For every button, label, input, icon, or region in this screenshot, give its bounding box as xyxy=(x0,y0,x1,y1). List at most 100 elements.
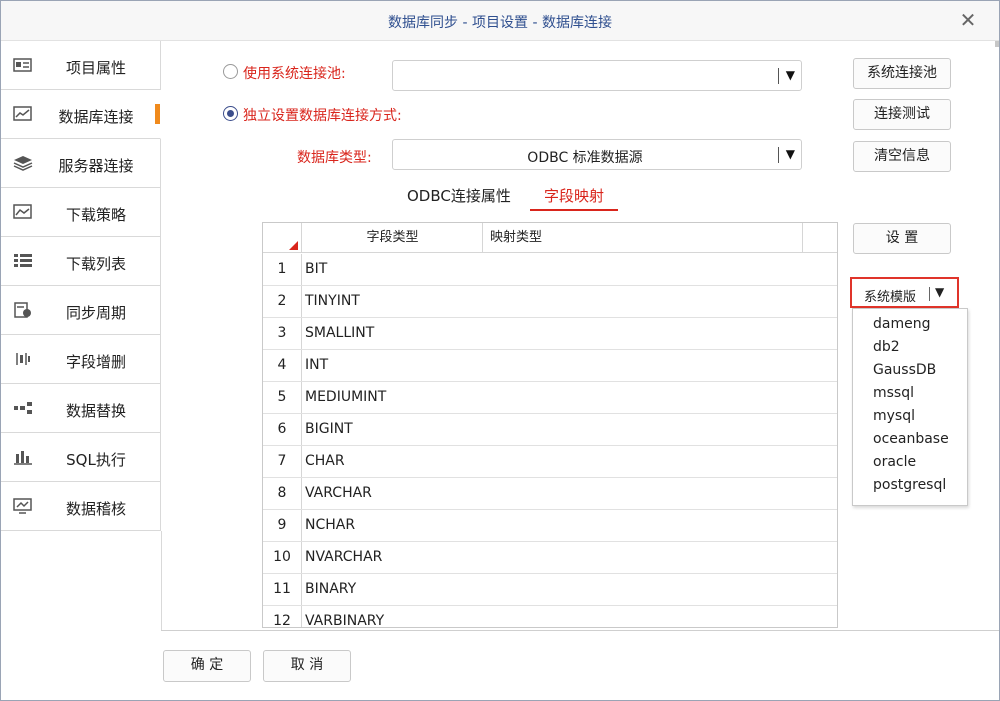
template-option[interactable]: GaussDB xyxy=(853,359,967,382)
field-type-cell: SMALLINT xyxy=(305,325,375,341)
sidebar-item-database-connection[interactable]: 数据库连接 xyxy=(1,90,161,139)
row-number: 9 xyxy=(263,510,302,541)
corner-triangle-icon xyxy=(289,241,298,250)
divider xyxy=(161,531,162,631)
chevron-down-icon: ▼ xyxy=(785,68,795,82)
clear-info-button[interactable]: 清空信息 xyxy=(853,141,951,172)
table-row[interactable]: 5 MEDIUMINT xyxy=(263,382,837,414)
sidebar-item-field-edit[interactable]: 字段增删 xyxy=(1,335,161,384)
template-option[interactable]: db2 xyxy=(853,336,967,359)
connection-chart-icon xyxy=(13,106,32,121)
field-type-cell: MEDIUMINT xyxy=(305,389,387,405)
replace-icon xyxy=(14,402,32,414)
independent-label: 独立设置数据库连接方式: xyxy=(243,108,402,124)
row-number: 6 xyxy=(263,414,302,445)
row-number: 11 xyxy=(263,574,302,605)
table-row[interactable]: 7 CHAR xyxy=(263,446,837,478)
sidebar-item-label: 数据稽核 xyxy=(65,500,126,518)
sidebar-item-label: 下载策略 xyxy=(65,206,126,224)
template-dropdown: dameng db2 GaussDB mssql mysql oceanbase oracl… xyxy=(852,308,968,506)
table-row[interactable]: 1 BIT xyxy=(263,254,837,286)
table-row[interactable]: 2 TINYINT xyxy=(263,286,837,318)
row-number: 2 xyxy=(263,286,302,317)
table-row[interactable]: 12 VARBINARY xyxy=(263,606,837,628)
field-type-cell: CHAR xyxy=(305,453,345,469)
table-row[interactable]: 4 INT xyxy=(263,350,837,382)
row-number: 5 xyxy=(263,382,302,413)
sidebar-item-label: 数据库连接 xyxy=(58,108,134,126)
sidebar-item-data-replace[interactable]: 数据替换 xyxy=(1,384,161,433)
field-type-cell: VARBINARY xyxy=(305,613,385,628)
sidebar-item-sql-exec[interactable]: SQL执行 xyxy=(1,433,161,482)
sidebar-item-data-audit[interactable]: 数据稽核 xyxy=(1,482,161,531)
column-header-mapping-type[interactable]: 映射类型 xyxy=(484,223,803,253)
use-pool-label: 使用系统连接池: xyxy=(243,66,346,82)
template-option[interactable]: mysql xyxy=(853,405,967,428)
field-edit-icon xyxy=(16,353,30,365)
sidebar-item-download-list[interactable]: 下载列表 xyxy=(1,237,161,286)
strategy-chart-icon xyxy=(13,204,32,219)
dialog-window: 数据库同步 - 项目设置 - 数据库连接 ✕ 项目属性 数据库连接 服务器连接 … xyxy=(0,0,1000,701)
select-all-corner[interactable] xyxy=(263,223,302,253)
sidebar-item-label: 同步周期 xyxy=(65,304,126,322)
table-row[interactable]: 6 BIGINT xyxy=(263,414,837,446)
table-row[interactable]: 8 VARCHAR xyxy=(263,478,837,510)
audit-icon xyxy=(13,498,32,514)
row-number: 10 xyxy=(263,542,302,573)
row-number: 7 xyxy=(263,446,302,477)
template-option[interactable]: dameng xyxy=(853,313,967,336)
divider xyxy=(929,287,930,301)
chevron-down-icon: ▼ xyxy=(785,147,795,161)
sidebar-item-label: 字段增删 xyxy=(65,353,126,371)
schedule-icon xyxy=(14,302,31,318)
layers-icon xyxy=(13,156,33,171)
template-option-list: dameng db2 GaussDB mssql mysql oceanbase oracl… xyxy=(853,309,967,497)
sidebar: 项目属性 数据库连接 服务器连接 下载策略 下载列表 同步周期 字段增删 数据替… xyxy=(1,41,161,531)
field-type-cell: NCHAR xyxy=(305,517,356,533)
table-row[interactable]: 9 NCHAR xyxy=(263,510,837,542)
field-type-cell: TINYINT xyxy=(305,293,360,309)
row-number: 12 xyxy=(263,606,302,627)
sidebar-item-project-properties[interactable]: 项目属性 xyxy=(1,41,161,90)
template-option[interactable]: mssql xyxy=(853,382,967,405)
sidebar-item-label: 项目属性 xyxy=(65,59,126,77)
template-option[interactable]: oceanbase xyxy=(853,428,967,451)
close-icon[interactable]: ✕ xyxy=(957,9,979,31)
chevron-down-icon: ▼ xyxy=(935,285,945,299)
field-type-cell: INT xyxy=(305,357,329,373)
table-row[interactable]: 10 NVARCHAR xyxy=(263,542,837,574)
tab-odbc-properties[interactable]: ODBC连接属性 xyxy=(407,185,511,211)
title-bar: 数据库同步 - 项目设置 - 数据库连接 ✕ xyxy=(1,1,999,41)
system-pool-button[interactable]: 系统连接池 xyxy=(853,58,951,89)
divider xyxy=(161,630,999,631)
properties-icon xyxy=(13,58,32,72)
use-pool-radio[interactable] xyxy=(223,64,238,79)
sidebar-item-label: 数据替换 xyxy=(65,402,126,420)
cancel-button[interactable]: 取 消 xyxy=(263,650,351,682)
ok-button[interactable]: 确 定 xyxy=(163,650,251,682)
template-select[interactable]: 系统模版 ▼ xyxy=(850,277,959,308)
sidebar-item-sync-period[interactable]: 同步周期 xyxy=(1,286,161,335)
pool-select[interactable]: ▼ xyxy=(392,60,802,91)
table-row[interactable]: 11 BINARY xyxy=(263,574,837,606)
template-select-value: 系统模版 xyxy=(864,290,917,305)
test-connection-button[interactable]: 连接测试 xyxy=(853,99,951,130)
list-icon xyxy=(14,254,32,267)
settings-button[interactable]: 设 置 xyxy=(853,223,951,254)
table-row[interactable]: 3 SMALLINT xyxy=(263,318,837,350)
sidebar-item-label: SQL执行 xyxy=(66,451,126,469)
tab-field-mapping[interactable]: 字段映射 xyxy=(530,185,618,211)
template-option[interactable]: postgresql xyxy=(853,474,967,497)
sidebar-item-server-connection[interactable]: 服务器连接 xyxy=(1,139,161,188)
field-mapping-table: 字段类型 映射类型 1 BIT 2 TINYINT 3 SMALLINT 4 INT 5 MEDI… xyxy=(262,222,838,628)
field-type-cell: BIGINT xyxy=(305,421,353,437)
sidebar-item-download-strategy[interactable]: 下载策略 xyxy=(1,188,161,237)
template-option[interactable]: oracle xyxy=(853,451,967,474)
db-type-select[interactable]: ODBC 标准数据源 ▼ xyxy=(392,139,802,170)
field-type-cell: VARCHAR xyxy=(305,485,372,501)
column-header-field-type[interactable]: 字段类型 xyxy=(303,223,483,253)
db-type-label: 数据库类型: xyxy=(297,150,372,166)
independent-radio[interactable] xyxy=(223,106,238,121)
table-body: 1 BIT 2 TINYINT 3 SMALLINT 4 INT 5 MEDIUMINT 6 BIGI… xyxy=(263,254,837,628)
sidebar-item-label: 服务器连接 xyxy=(58,157,134,175)
